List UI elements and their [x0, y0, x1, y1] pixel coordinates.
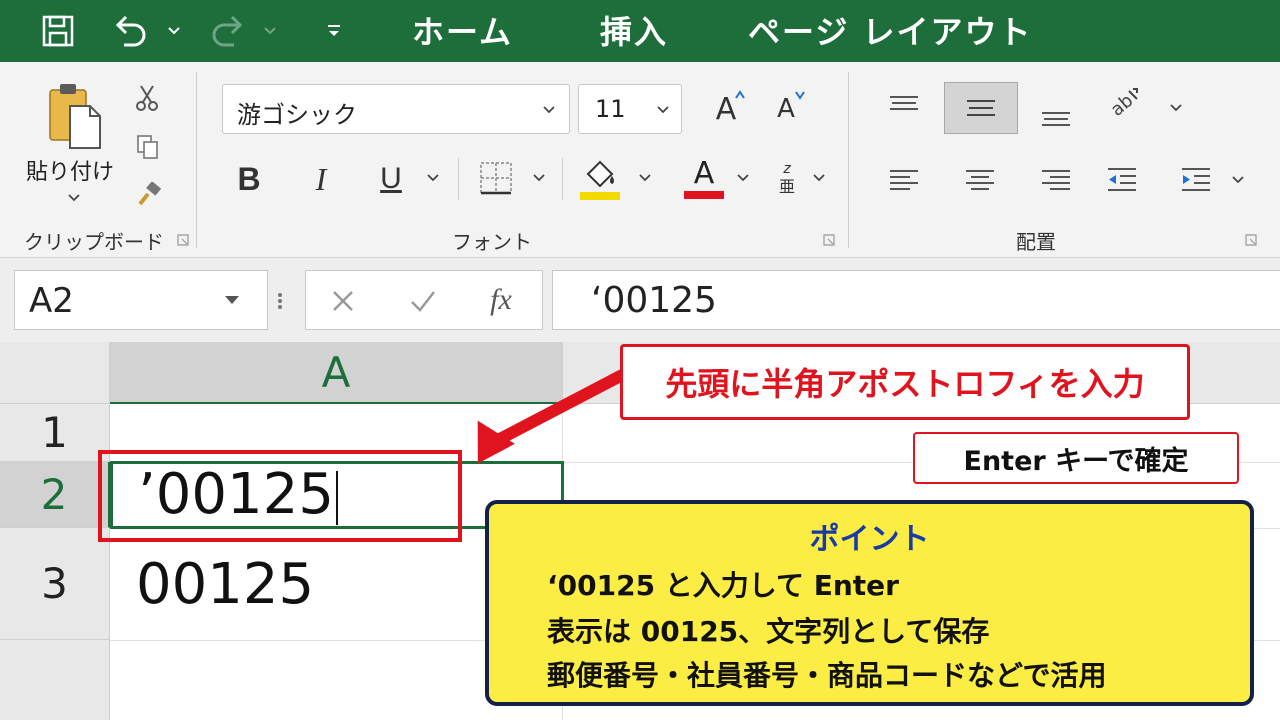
align-right-icon[interactable]	[1034, 158, 1078, 202]
formula-input-value: ‘00125	[591, 280, 717, 321]
group-separator	[848, 72, 849, 248]
decrease-arrow-icon	[795, 91, 805, 100]
group-separator	[196, 72, 197, 248]
font-size-combo[interactable]: 11	[578, 84, 682, 134]
confirm-entry-icon[interactable]	[406, 285, 440, 317]
paste-button-label[interactable]: 貼り付け	[26, 154, 114, 186]
select-all-corner[interactable]	[0, 342, 110, 404]
font-color-chevron-down-icon[interactable]	[734, 170, 752, 186]
top-align-icon[interactable]	[882, 86, 926, 130]
undo-dropdown-chevron-icon[interactable]	[160, 12, 188, 50]
redo-dropdown-chevron-icon[interactable]	[256, 12, 284, 50]
row-header-1[interactable]: 1	[0, 404, 110, 462]
name-box-dropdown-icon[interactable]	[221, 291, 243, 309]
row-header-3[interactable]: 3	[0, 528, 110, 640]
font-size-value: 11	[595, 95, 626, 123]
bold-button[interactable]: B	[228, 156, 270, 202]
point-line-3: 郵便番号・社員番号・商品コードなどで活用	[547, 659, 1107, 692]
underline-button[interactable]: U	[370, 156, 412, 202]
name-box[interactable]: A2	[14, 270, 268, 330]
point-line-1: ‘00125 と入力して Enter	[547, 569, 899, 602]
alignment-dialog-launcher-icon[interactable]	[1244, 232, 1258, 246]
clipboard-group-label: クリップボード	[24, 230, 164, 254]
bottom-align-icon[interactable]	[1034, 94, 1078, 138]
increase-font-size-button[interactable]: A	[704, 86, 748, 132]
enter-note: Enter キーで確定	[913, 432, 1239, 484]
fill-color-chevron-down-icon[interactable]	[636, 170, 654, 186]
paste-icon[interactable]	[44, 82, 106, 150]
fill-color-icon[interactable]	[578, 156, 622, 202]
row-header-4[interactable]	[0, 640, 110, 720]
format-painter-icon[interactable]	[134, 180, 164, 210]
point-box: ポイント ‘00125 と入力して Enter 表示は 00125、文字列として…	[485, 500, 1254, 706]
font-size-chevron-down-icon[interactable]	[653, 101, 673, 119]
increase-arrow-icon	[735, 90, 745, 99]
name-box-value: A2	[29, 281, 74, 321]
redo-icon[interactable]	[206, 12, 250, 50]
orientation-chevron-down-icon[interactable]	[1166, 100, 1186, 116]
clipboard-dialog-launcher-icon[interactable]	[176, 232, 190, 246]
middle-align-icon[interactable]	[944, 82, 1018, 134]
tab-home[interactable]: ホーム	[412, 10, 513, 54]
align-left-icon[interactable]	[882, 158, 926, 202]
font-group-label: フォント	[452, 230, 532, 254]
orientation-icon[interactable]: ab	[1100, 82, 1144, 126]
save-icon[interactable]	[36, 12, 80, 50]
font-color-bar	[684, 191, 724, 199]
font-name-value: 游ゴシック	[237, 101, 357, 129]
decrease-font-letter: A	[777, 94, 795, 124]
font-color-icon[interactable]: A	[682, 154, 726, 202]
align-center-icon[interactable]	[958, 158, 1002, 202]
cut-icon[interactable]	[132, 82, 162, 114]
insert-function-button[interactable]: fx	[478, 279, 524, 321]
phonetic-bottom: 亜	[778, 177, 795, 196]
indent-chevron-down-icon[interactable]	[1228, 172, 1248, 188]
ribbon: 貼り付け クリップボード 游ゴシック 11 A A B I U A z 亜 フォ…	[0, 62, 1280, 258]
decrease-font-size-button[interactable]: A	[764, 86, 808, 132]
point-line-2: 表示は 00125、文字列として保存	[547, 615, 990, 648]
borders-chevron-down-icon[interactable]	[530, 170, 548, 186]
row-header-2[interactable]: 2	[0, 462, 110, 528]
copy-icon[interactable]	[134, 132, 162, 162]
alignment-group-label: 配置	[1016, 230, 1056, 254]
title-bar: ホーム 挿入 ページ レイアウト	[0, 0, 1280, 62]
increase-indent-icon[interactable]	[1174, 158, 1218, 202]
font-color-letter: A	[693, 156, 715, 191]
customize-qat-icon[interactable]	[320, 12, 348, 50]
apostrophe-callout: 先頭に半角アポストロフィを入力	[620, 344, 1190, 420]
underline-chevron-down-icon[interactable]	[424, 170, 442, 186]
arrow-icon	[477, 366, 631, 464]
highlight-box	[98, 450, 462, 542]
formula-buttons: fx	[305, 270, 543, 330]
undo-icon[interactable]	[108, 12, 152, 50]
formula-input[interactable]: ‘00125	[552, 270, 1280, 330]
cancel-entry-icon[interactable]	[326, 285, 360, 317]
tab-page-layout[interactable]: ページ レイアウト	[748, 10, 1033, 54]
font-name-combo[interactable]: 游ゴシック	[222, 84, 570, 134]
excel-window: ホーム 挿入 ページ レイアウト 貼り付け クリップボード 游ゴシック 11 A…	[0, 0, 1280, 720]
font-dialog-launcher-icon[interactable]	[822, 232, 836, 246]
point-title: ポイント	[809, 522, 930, 557]
decrease-indent-icon[interactable]	[1100, 158, 1144, 202]
font-name-chevron-down-icon[interactable]	[539, 101, 559, 119]
borders-icon[interactable]	[476, 158, 516, 198]
phonetic-guide-button[interactable]: z 亜	[770, 156, 804, 202]
formula-bar-grip-icon[interactable]	[270, 286, 290, 316]
italic-button[interactable]: I	[300, 156, 342, 202]
phonetic-top: z	[783, 161, 791, 177]
paste-chevron-down-icon[interactable]	[64, 190, 84, 206]
phonetic-chevron-down-icon[interactable]	[810, 170, 828, 186]
divider	[562, 158, 563, 200]
tab-insert[interactable]: 挿入	[600, 10, 668, 54]
divider	[458, 158, 459, 200]
